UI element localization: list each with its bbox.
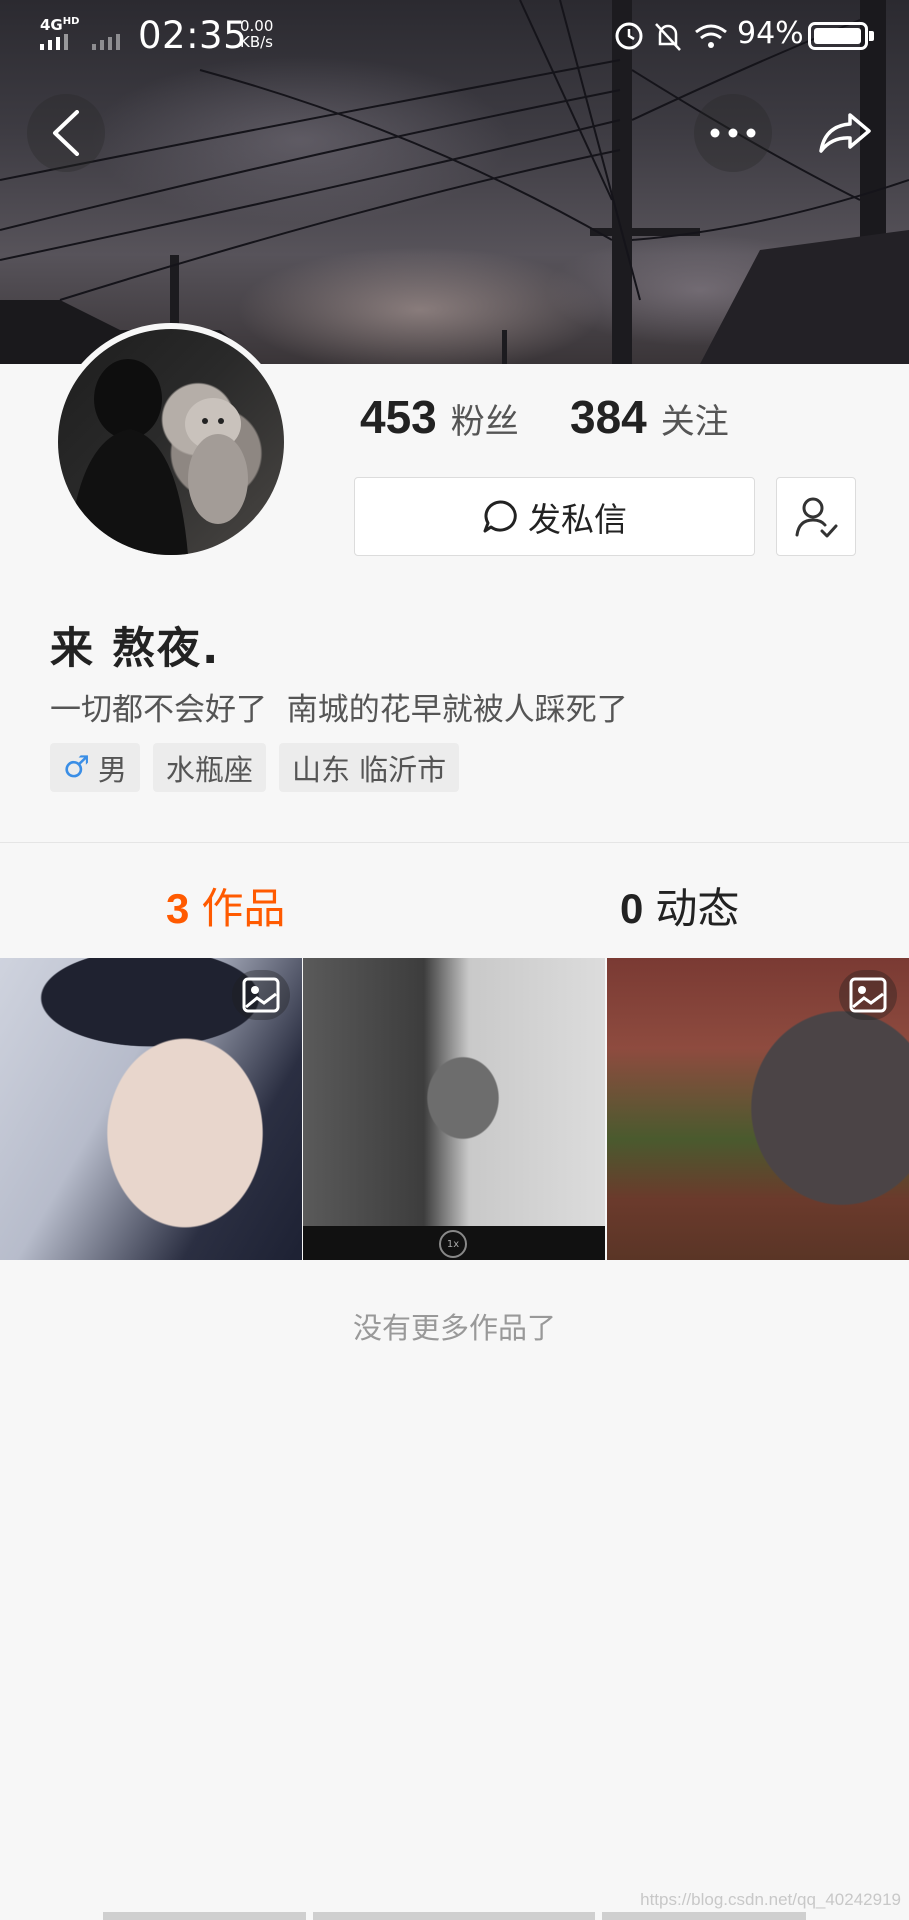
watermark: https://blog.csdn.net/qq_40242919 — [640, 1890, 901, 1909]
mute-bell-icon — [655, 23, 681, 51]
fans-label: 粉丝 — [450, 402, 519, 442]
work-item[interactable]: 1x — [303, 958, 605, 1260]
no-more-works-text: 没有更多作品了 — [352, 1311, 556, 1345]
work-item[interactable] — [607, 958, 909, 1260]
moments-count: 0 — [620, 885, 644, 932]
avatar-photo — [68, 359, 248, 555]
tab-moments[interactable]: 0 动态 — [620, 875, 739, 936]
male-icon: ♂ — [63, 750, 90, 785]
status-bar: 4GHD 02:35 0.00 KB/s 94% — [0, 0, 909, 72]
more-dots-icon — [710, 128, 756, 138]
gender-tag: ♂ 男 — [50, 743, 140, 792]
works-label: 作品 — [201, 884, 286, 933]
work-item[interactable] — [0, 958, 302, 1260]
tab-works[interactable]: 3 作品 — [166, 875, 285, 936]
following-count: 384 — [570, 391, 647, 443]
alarm-icon — [615, 22, 643, 50]
share-button[interactable] — [806, 94, 884, 172]
wifi-icon — [695, 24, 727, 48]
more-button[interactable] — [694, 94, 772, 172]
fans-stat[interactable]: 453 粉丝 — [360, 390, 519, 444]
back-button[interactable] — [27, 94, 105, 172]
works-grid: 1x — [0, 958, 909, 1260]
playback-speed-badge: 1x — [439, 1230, 467, 1258]
zodiac-tag: 水瓶座 — [152, 743, 266, 792]
battery-percent: 94% — [737, 16, 804, 51]
photo-icon — [232, 970, 290, 1020]
battery-icon — [808, 22, 874, 50]
status-icons — [615, 22, 727, 51]
share-arrow-icon — [819, 113, 871, 153]
location-tag: 山东 临沂市 — [278, 743, 460, 792]
works-count: 3 — [166, 885, 190, 932]
gender-label: 男 — [97, 752, 127, 787]
chevron-left-icon — [53, 110, 79, 156]
nickname: 来 熬夜. — [50, 624, 221, 674]
bottom-bar-segment — [313, 1912, 595, 1920]
following-label: 关注 — [660, 402, 729, 442]
content-tabs: 3 作品 0 动态 — [0, 843, 909, 958]
send-message-label: 发私信 — [528, 499, 627, 539]
chat-bubble-icon — [483, 499, 517, 532]
bottom-bar-segment — [103, 1912, 306, 1920]
network-speed: 0.00 KB/s — [240, 17, 274, 51]
moments-label: 动态 — [655, 884, 740, 933]
followed-button[interactable] — [776, 477, 856, 556]
photo-icon — [839, 970, 897, 1020]
profile-tags: ♂ 男 水瓶座 山东 临沂市 — [50, 743, 460, 792]
bottom-bar-segment — [602, 1912, 806, 1920]
send-message-button[interactable]: 发私信 — [354, 477, 755, 556]
avatar[interactable] — [52, 323, 290, 561]
following-stat[interactable]: 384 关注 — [570, 390, 729, 444]
clock: 02:35 — [138, 14, 248, 57]
user-check-icon — [795, 497, 838, 537]
signal-icon — [40, 34, 120, 50]
bio: 一切都不会好了 南城的花早就被人踩死了 — [50, 692, 628, 728]
fans-count: 453 — [360, 391, 437, 443]
network-type: 4GHD — [40, 16, 80, 34]
